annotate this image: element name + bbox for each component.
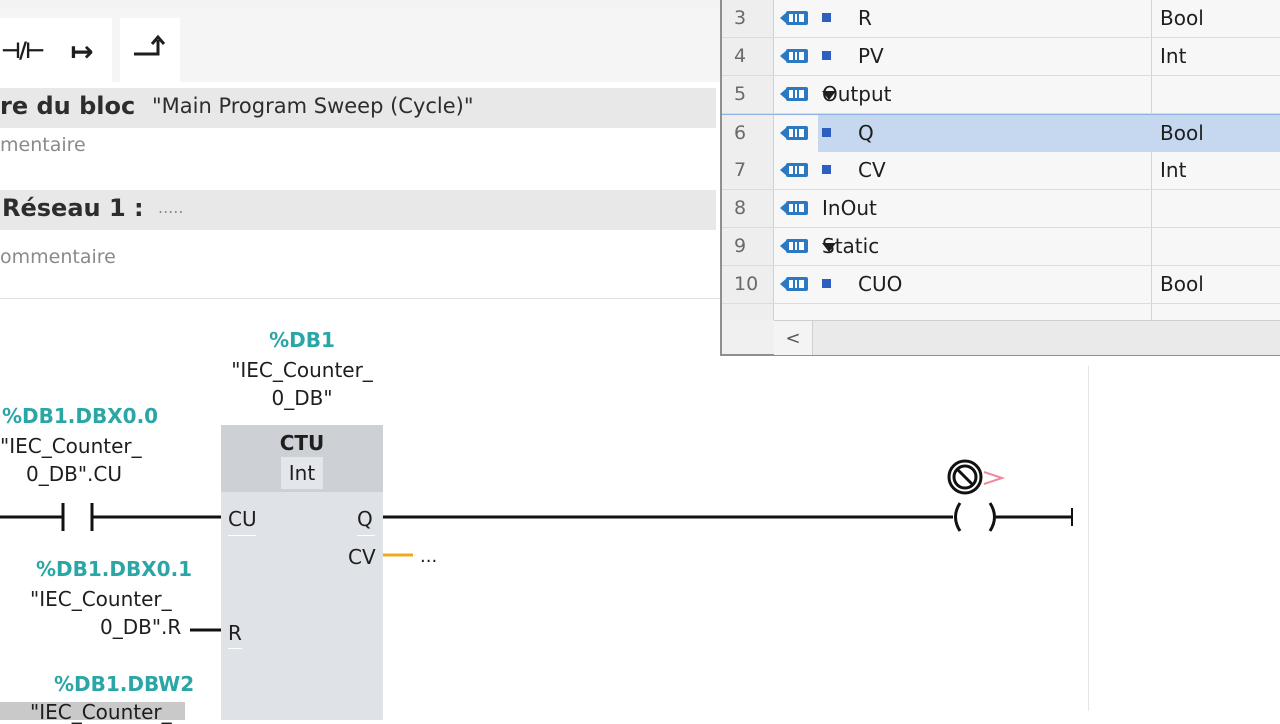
ladder-wires: [0, 502, 1073, 632]
coil-left-arc: [954, 502, 962, 532]
not-allowed-cursor-icon: [947, 459, 1006, 495]
coil-right-arc: [988, 502, 996, 532]
